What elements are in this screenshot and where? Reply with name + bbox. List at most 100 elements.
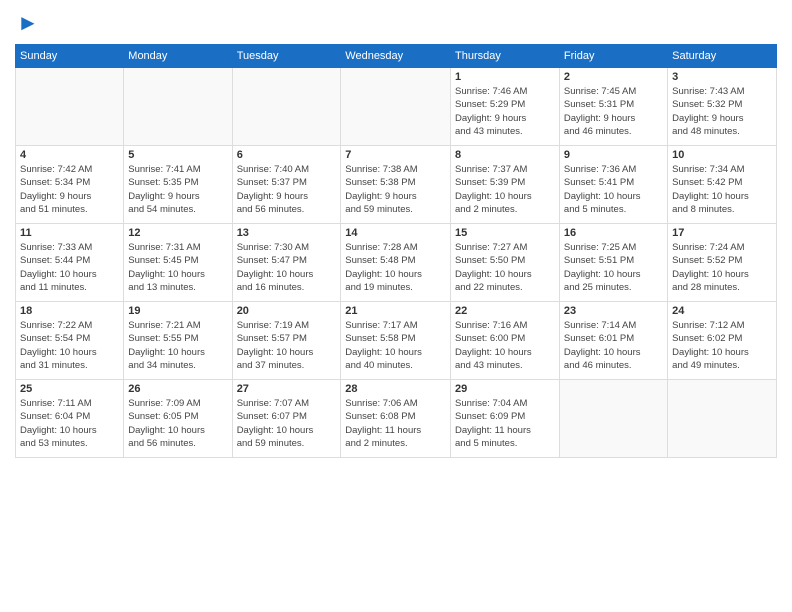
- day-info: Sunrise: 7:37 AM Sunset: 5:39 PM Dayligh…: [455, 163, 555, 216]
- calendar-day: 3Sunrise: 7:43 AM Sunset: 5:32 PM Daylig…: [668, 68, 777, 146]
- day-number: 28: [345, 383, 446, 395]
- calendar-day: [16, 68, 124, 146]
- calendar-day: [559, 380, 667, 458]
- calendar-day: 9 Sunrise: 7:36 AM Sunset: 5:41 PM Daylig…: [559, 146, 667, 224]
- calendar-day: 6 Sunrise: 7:40 AM Sunset: 5:37 PM Daylig…: [232, 146, 341, 224]
- day-number: 5: [128, 149, 227, 161]
- calendar-week-row: 18 Sunrise: 7:22 AM Sunset: 5:54 PM Dayli…: [16, 302, 777, 380]
- calendar-day: 1Sunrise: 7:46 AM Sunset: 5:29 PM Daylig…: [451, 68, 560, 146]
- day-info: Sunrise: 7:06 AM Sunset: 6:08 PM Dayligh…: [345, 397, 446, 450]
- day-info: Sunrise: 7:27 AM Sunset: 5:50 PM Dayligh…: [455, 241, 555, 294]
- day-info: Sunrise: 7:16 AM Sunset: 6:00 PM Dayligh…: [455, 319, 555, 372]
- calendar-day: 26Sunrise: 7:09 AM Sunset: 6:05 PM Dayli…: [124, 380, 232, 458]
- day-number: 16: [564, 227, 663, 239]
- day-info: Sunrise: 7:24 AM Sunset: 5:52 PM Dayligh…: [672, 241, 772, 294]
- calendar-week-row: 11 Sunrise: 7:33 AM Sunset: 5:44 PM Dayli…: [16, 224, 777, 302]
- calendar-day: 27 Sunrise: 7:07 AM Sunset: 6:07 PM Dayli…: [232, 380, 341, 458]
- calendar-header-thursday: Thursday: [451, 45, 560, 68]
- day-number: 17: [672, 227, 772, 239]
- calendar-day: 19 Sunrise: 7:21 AM Sunset: 5:55 PM Dayli…: [124, 302, 232, 380]
- calendar-day: 8 Sunrise: 7:37 AM Sunset: 5:39 PM Daylig…: [451, 146, 560, 224]
- calendar-day: 24 Sunrise: 7:12 AM Sunset: 6:02 PM Dayli…: [668, 302, 777, 380]
- day-number: 2: [564, 71, 663, 83]
- calendar-header-friday: Friday: [559, 45, 667, 68]
- calendar-week-row: 25 Sunrise: 7:11 AM Sunset: 6:04 PM Dayli…: [16, 380, 777, 458]
- day-number: 22: [455, 305, 555, 317]
- day-number: 19: [128, 305, 227, 317]
- day-number: 25: [20, 383, 119, 395]
- day-number: 26: [128, 383, 227, 395]
- calendar-day: 10 Sunrise: 7:34 AM Sunset: 5:42 PM Dayli…: [668, 146, 777, 224]
- day-number: 1: [455, 71, 555, 83]
- calendar-day: 14Sunrise: 7:28 AM Sunset: 5:48 PM Dayli…: [341, 224, 451, 302]
- calendar-header-saturday: Saturday: [668, 45, 777, 68]
- calendar-day: 20 Sunrise: 7:19 AM Sunset: 5:57 PM Dayli…: [232, 302, 341, 380]
- day-number: 15: [455, 227, 555, 239]
- calendar-day: 23 Sunrise: 7:14 AM Sunset: 6:01 PM Dayli…: [559, 302, 667, 380]
- calendar-header-sunday: Sunday: [16, 45, 124, 68]
- day-number: 10: [672, 149, 772, 161]
- calendar-week-row: 1Sunrise: 7:46 AM Sunset: 5:29 PM Daylig…: [16, 68, 777, 146]
- day-info: Sunrise: 7:21 AM Sunset: 5:55 PM Dayligh…: [128, 319, 227, 372]
- calendar-day: [124, 68, 232, 146]
- day-number: 11: [20, 227, 119, 239]
- day-number: 12: [128, 227, 227, 239]
- calendar-day: 13 Sunrise: 7:30 AM Sunset: 5:47 PM Dayli…: [232, 224, 341, 302]
- calendar-day: 29 Sunrise: 7:04 AM Sunset: 6:09 PM Dayli…: [451, 380, 560, 458]
- day-number: 9: [564, 149, 663, 161]
- calendar-day: 15 Sunrise: 7:27 AM Sunset: 5:50 PM Dayli…: [451, 224, 560, 302]
- day-number: 23: [564, 305, 663, 317]
- calendar-day: 28 Sunrise: 7:06 AM Sunset: 6:08 PM Dayli…: [341, 380, 451, 458]
- day-number: 13: [237, 227, 337, 239]
- calendar-day: [341, 68, 451, 146]
- day-number: 24: [672, 305, 772, 317]
- day-info: Sunrise: 7:40 AM Sunset: 5:37 PM Dayligh…: [237, 163, 337, 216]
- day-number: 6: [237, 149, 337, 161]
- calendar-day: 5 Sunrise: 7:41 AM Sunset: 5:35 PM Daylig…: [124, 146, 232, 224]
- calendar-header-monday: Monday: [124, 45, 232, 68]
- calendar-header-tuesday: Tuesday: [232, 45, 341, 68]
- day-info: Sunrise: 7:31 AM Sunset: 5:45 PM Dayligh…: [128, 241, 227, 294]
- calendar-table: SundayMondayTuesdayWednesdayThursdayFrid…: [15, 44, 777, 458]
- day-number: 4: [20, 149, 119, 161]
- day-info: Sunrise: 7:33 AM Sunset: 5:44 PM Dayligh…: [20, 241, 119, 294]
- day-info: Sunrise: 7:11 AM Sunset: 6:04 PM Dayligh…: [20, 397, 119, 450]
- day-number: 7: [345, 149, 446, 161]
- header: ►: [15, 10, 777, 36]
- day-info: Sunrise: 7:43 AM Sunset: 5:32 PM Dayligh…: [672, 85, 772, 138]
- calendar-day: 7 Sunrise: 7:38 AM Sunset: 5:38 PM Daylig…: [341, 146, 451, 224]
- day-info: Sunrise: 7:04 AM Sunset: 6:09 PM Dayligh…: [455, 397, 555, 450]
- calendar-day: [668, 380, 777, 458]
- day-number: 8: [455, 149, 555, 161]
- day-info: Sunrise: 7:14 AM Sunset: 6:01 PM Dayligh…: [564, 319, 663, 372]
- calendar-day: 11 Sunrise: 7:33 AM Sunset: 5:44 PM Dayli…: [16, 224, 124, 302]
- day-number: 27: [237, 383, 337, 395]
- day-info: Sunrise: 7:19 AM Sunset: 5:57 PM Dayligh…: [237, 319, 337, 372]
- day-number: 20: [237, 305, 337, 317]
- day-info: Sunrise: 7:22 AM Sunset: 5:54 PM Dayligh…: [20, 319, 119, 372]
- calendar-day: 4 Sunrise: 7:42 AM Sunset: 5:34 PM Daylig…: [16, 146, 124, 224]
- calendar-header-row: SundayMondayTuesdayWednesdayThursdayFrid…: [16, 45, 777, 68]
- day-info: Sunrise: 7:34 AM Sunset: 5:42 PM Dayligh…: [672, 163, 772, 216]
- day-info: Sunrise: 7:41 AM Sunset: 5:35 PM Dayligh…: [128, 163, 227, 216]
- day-info: Sunrise: 7:12 AM Sunset: 6:02 PM Dayligh…: [672, 319, 772, 372]
- calendar-header-wednesday: Wednesday: [341, 45, 451, 68]
- day-number: 29: [455, 383, 555, 395]
- calendar-day: 12 Sunrise: 7:31 AM Sunset: 5:45 PM Dayli…: [124, 224, 232, 302]
- calendar-day: [232, 68, 341, 146]
- calendar-day: 22 Sunrise: 7:16 AM Sunset: 6:00 PM Dayli…: [451, 302, 560, 380]
- day-info: Sunrise: 7:36 AM Sunset: 5:41 PM Dayligh…: [564, 163, 663, 216]
- day-info: Sunrise: 7:30 AM Sunset: 5:47 PM Dayligh…: [237, 241, 337, 294]
- calendar-day: 2 Sunrise: 7:45 AM Sunset: 5:31 PM Daylig…: [559, 68, 667, 146]
- day-number: 21: [345, 305, 446, 317]
- calendar-day: 25 Sunrise: 7:11 AM Sunset: 6:04 PM Dayli…: [16, 380, 124, 458]
- day-number: 18: [20, 305, 119, 317]
- day-number: 14: [345, 227, 446, 239]
- logo-bird-icon: ►: [17, 10, 39, 36]
- day-info: Sunrise: 7:07 AM Sunset: 6:07 PM Dayligh…: [237, 397, 337, 450]
- day-info: Sunrise: 7:42 AM Sunset: 5:34 PM Dayligh…: [20, 163, 119, 216]
- calendar-day: 17 Sunrise: 7:24 AM Sunset: 5:52 PM Dayli…: [668, 224, 777, 302]
- calendar-day: 21Sunrise: 7:17 AM Sunset: 5:58 PM Dayli…: [341, 302, 451, 380]
- day-info: Sunrise: 7:38 AM Sunset: 5:38 PM Dayligh…: [345, 163, 446, 216]
- day-info: Sunrise: 7:45 AM Sunset: 5:31 PM Dayligh…: [564, 85, 663, 138]
